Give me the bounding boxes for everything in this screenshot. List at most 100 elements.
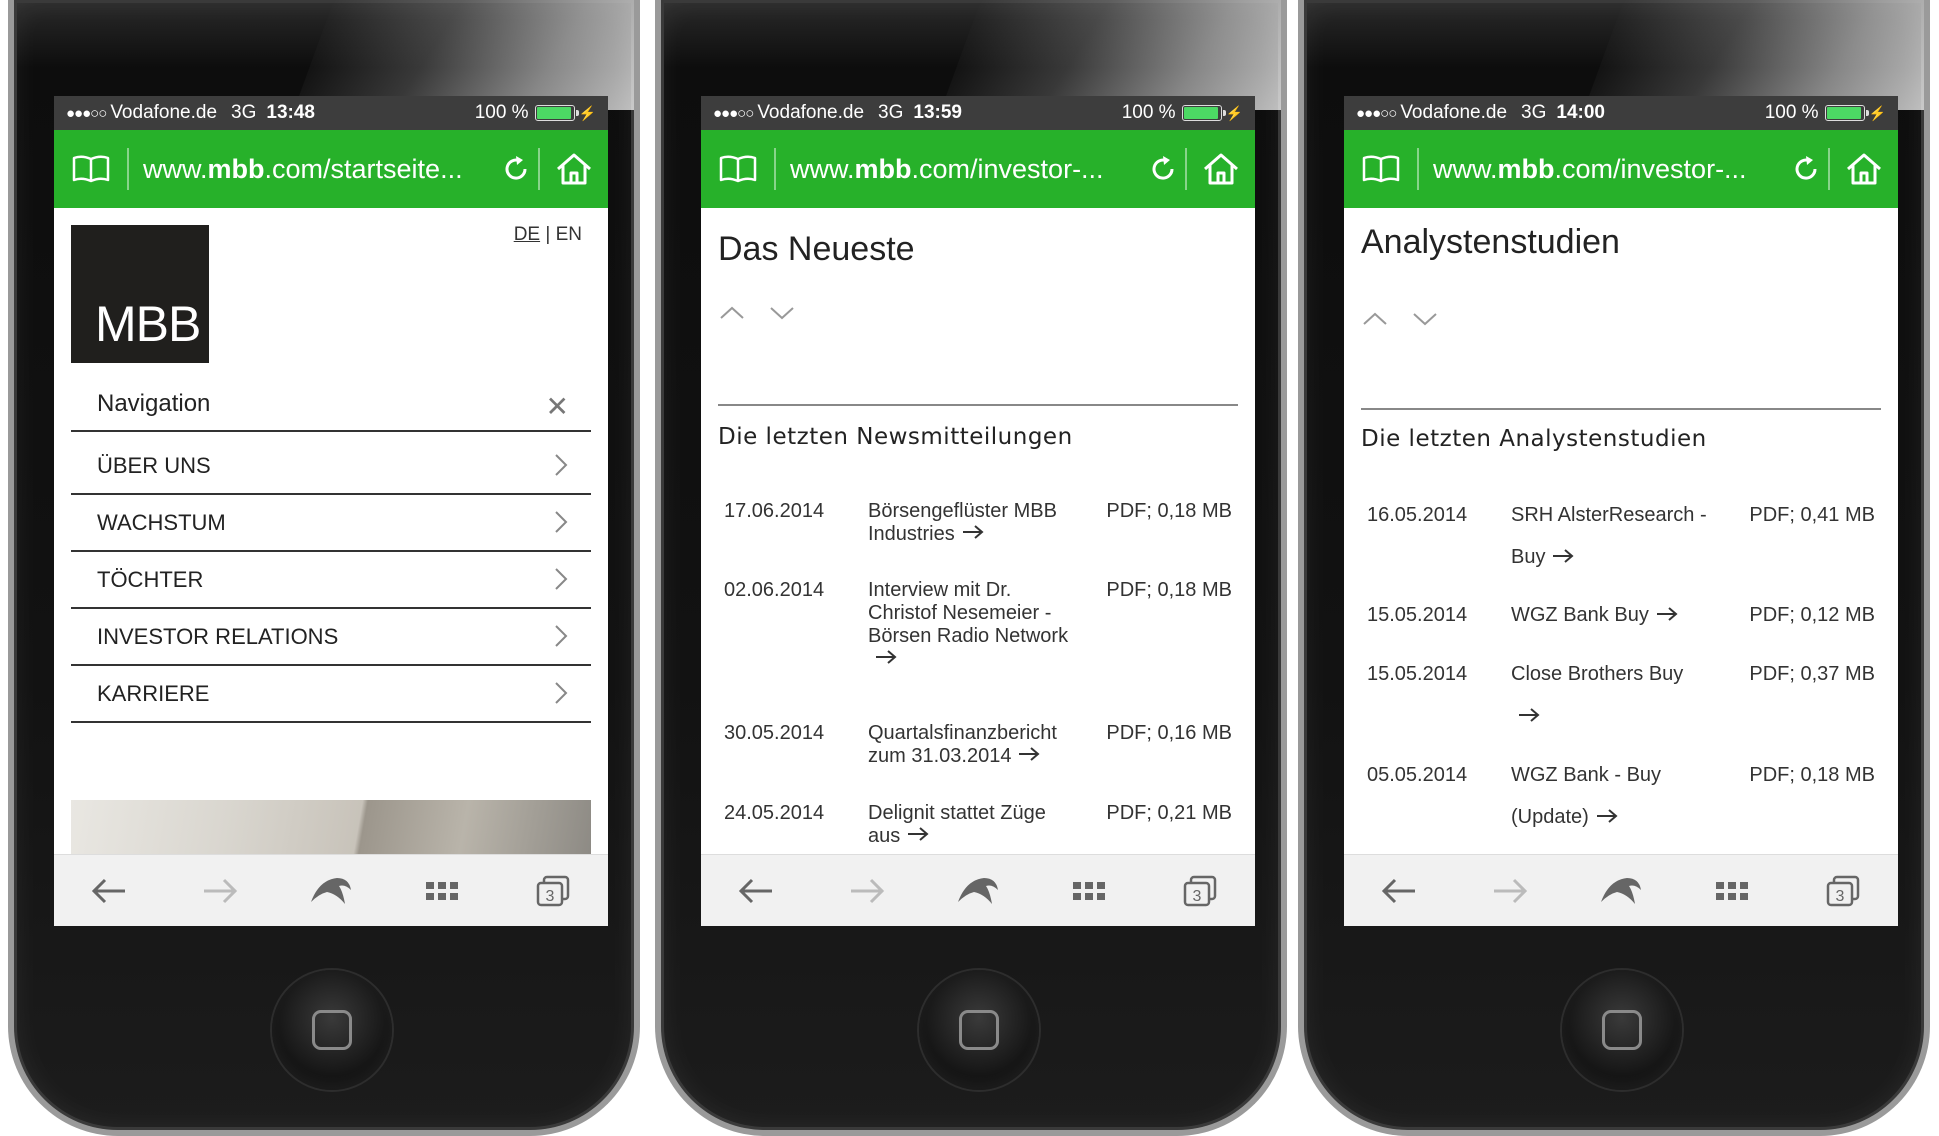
page-title: Analystenstudien (1361, 223, 1620, 261)
hero-image (71, 800, 591, 854)
nav-item-investor-relations[interactable]: INVESTOR RELATIONS (71, 609, 591, 666)
item-file-size: PDF; 0,16 MB (1106, 722, 1232, 744)
hardware-home-button[interactable] (272, 970, 392, 1090)
tabs-icon[interactable]: 3 (1813, 866, 1873, 916)
dolphin-icon[interactable] (301, 866, 361, 916)
signal-strength: ●●●○○ (713, 104, 754, 122)
tabs-icon[interactable]: 3 (1170, 866, 1230, 916)
item-title-link[interactable]: SRH AlsterResearch - Buy (1511, 494, 1719, 579)
home-icon[interactable] (1828, 148, 1898, 190)
back-arrow-icon[interactable] (1369, 866, 1429, 916)
arrow-right-icon (1017, 745, 1041, 768)
nav-menu: ÜBER UNS WACHSTUM TÖCHTER INVESTOR RELAT… (71, 438, 591, 723)
phone-frame-2: ●●●○○ Vodafone.de 3G 13:59 100 % ⚡ www.m… (655, 0, 1287, 1136)
lang-de-link[interactable]: DE (514, 224, 540, 245)
battery-icon (534, 105, 579, 121)
item-file-size: PDF; 0,37 MB (1749, 663, 1875, 685)
section-title: Die letzten Newsmitteilungen (718, 424, 1073, 450)
item-date: 30.05.2014 (724, 722, 825, 744)
chevron-down-icon[interactable] (1411, 310, 1439, 332)
bookmarks-icon[interactable] (1344, 148, 1419, 190)
charging-icon: ⚡ (578, 104, 596, 121)
chevron-right-icon (553, 680, 569, 712)
arrow-right-icon (961, 523, 985, 546)
hardware-home-button[interactable] (919, 970, 1039, 1090)
arrow-right-icon (1655, 595, 1679, 637)
battery-percent: 100 % (1121, 102, 1176, 123)
hardware-home-button[interactable] (1562, 970, 1682, 1090)
navigation-header: Navigation ✕ (71, 378, 591, 432)
item-file-size: PDF; 0,18 MB (1749, 764, 1875, 786)
carrier-name: Vodafone.de (1400, 102, 1508, 123)
dolphin-icon[interactable] (948, 866, 1008, 916)
lang-en-link[interactable]: EN (556, 224, 582, 245)
tabs-icon[interactable]: 3 (523, 866, 583, 916)
nav-item-toechter[interactable]: TÖCHTER (71, 552, 591, 609)
section-divider (718, 404, 1238, 406)
reload-icon[interactable] (1141, 148, 1185, 190)
item-title-link[interactable]: WGZ Bank - Buy (Update) (1511, 754, 1691, 839)
item-file-size: PDF; 0,18 MB (1106, 500, 1232, 522)
chevron-down-icon[interactable] (768, 304, 796, 326)
item-title-link[interactable]: WGZ Bank Buy (1511, 594, 1719, 637)
svg-text:3: 3 (1835, 888, 1844, 905)
url-field[interactable]: www.mbb.com/investor-... (776, 154, 1141, 185)
signal-strength: ●●●○○ (66, 104, 107, 122)
back-arrow-icon[interactable] (726, 866, 786, 916)
forward-arrow-icon[interactable] (190, 866, 250, 916)
status-bar: ●●●○○ Vodafone.de 3G 13:59 100 % ⚡ (701, 96, 1255, 130)
phone-screen-1: ●●●○○ Vodafone.de 3G 13:48 100 % ⚡ www.m… (54, 96, 608, 926)
nav-item-wachstum[interactable]: WACHSTUM (71, 495, 591, 552)
item-title-link[interactable]: Delignit stattet Züge aus (868, 802, 1076, 848)
chevron-up-icon[interactable] (1361, 310, 1389, 332)
carrier-name: Vodafone.de (110, 102, 218, 123)
browser-url-bar: www.mbb.com/startseite... (54, 130, 608, 208)
item-title-link[interactable]: Interview mit Dr. Christof Nesemeier - B… (868, 579, 1076, 671)
url-field[interactable]: www.mbb.com/investor-... (1419, 154, 1784, 185)
item-date: 24.05.2014 (724, 802, 825, 824)
mbb-logo[interactable]: MBB (71, 225, 209, 363)
grid-menu-icon[interactable] (1059, 866, 1119, 916)
status-time: 13:59 (913, 102, 962, 123)
item-title-link[interactable]: Close Brothers Buy (1511, 653, 1691, 738)
chevron-right-icon (553, 566, 569, 598)
reload-icon[interactable] (494, 148, 538, 190)
dolphin-icon[interactable] (1591, 866, 1651, 916)
item-title-link[interactable]: Börsengeflüster MBB Industries (868, 500, 1076, 546)
status-time: 14:00 (1556, 102, 1605, 123)
forward-arrow-icon[interactable] (837, 866, 897, 916)
page-content: Analystenstudien Die letzten Analystenst… (1344, 208, 1898, 854)
arrow-right-icon (1551, 537, 1575, 579)
close-icon[interactable]: ✕ (546, 390, 569, 423)
item-file-size: PDF; 0,41 MB (1749, 504, 1875, 526)
url-field[interactable]: www.mbb.com/startseite... (129, 154, 494, 185)
browser-url-bar: www.mbb.com/investor-... (1344, 130, 1898, 208)
chevron-right-icon (553, 509, 569, 541)
home-icon[interactable] (1185, 148, 1255, 190)
signal-strength: ●●●○○ (1356, 104, 1397, 122)
grid-menu-icon[interactable] (412, 866, 472, 916)
grid-menu-icon[interactable] (1702, 866, 1762, 916)
nav-item-ueber-uns[interactable]: ÜBER UNS (71, 438, 591, 495)
charging-icon: ⚡ (1868, 104, 1886, 121)
phone-frame-1: ●●●○○ Vodafone.de 3G 13:48 100 % ⚡ www.m… (8, 0, 640, 1136)
arrow-right-icon (906, 825, 930, 848)
phone-screen-3: ●●●○○ Vodafone.de 3G 14:00 100 % ⚡ www.m… (1344, 96, 1898, 926)
network-type: 3G (231, 102, 257, 123)
back-arrow-icon[interactable] (79, 866, 139, 916)
bookmarks-icon[interactable] (54, 148, 129, 190)
network-type: 3G (1521, 102, 1547, 123)
chevron-up-icon[interactable] (718, 304, 746, 326)
home-icon[interactable] (538, 148, 608, 190)
browser-toolbar: 3 (1344, 854, 1898, 926)
reload-icon[interactable] (1784, 148, 1828, 190)
item-file-size: PDF; 0,18 MB (1106, 579, 1232, 601)
forward-arrow-icon[interactable] (1480, 866, 1540, 916)
carousel-controls (1361, 310, 1439, 332)
item-date: 16.05.2014 (1367, 504, 1468, 526)
charging-icon: ⚡ (1225, 104, 1243, 121)
item-title-link[interactable]: Quartalsfinanzbericht zum 31.03.2014 (868, 722, 1076, 768)
carrier-name: Vodafone.de (757, 102, 865, 123)
bookmarks-icon[interactable] (701, 148, 776, 190)
nav-item-karriere[interactable]: KARRIERE (71, 666, 591, 723)
